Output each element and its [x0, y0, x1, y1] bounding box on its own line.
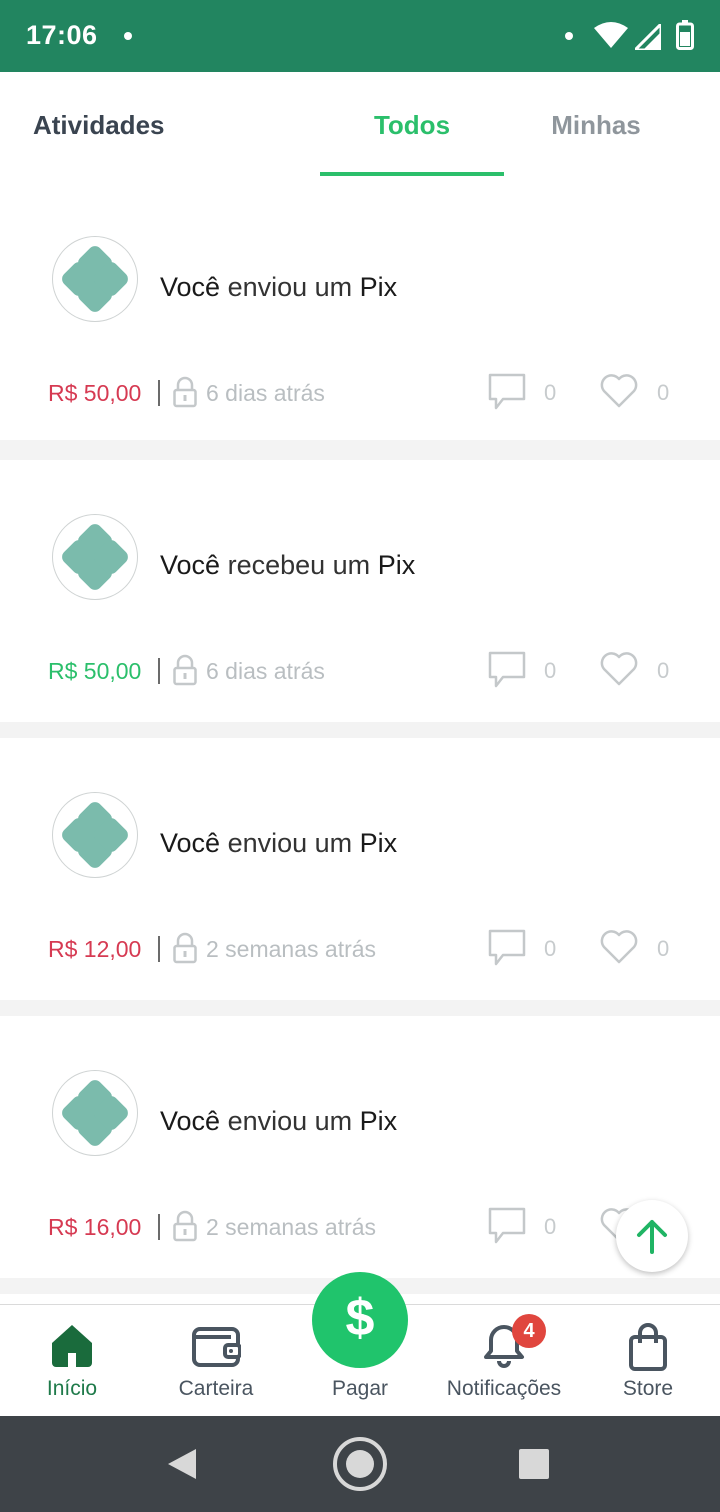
shopping-bag-icon	[628, 1323, 668, 1376]
page-title: Atividades	[33, 110, 165, 140]
wallet-icon	[191, 1323, 242, 1372]
activity-card[interactable]: Você recebeu um Pix R$ 50,00 6 dias atrá…	[0, 460, 720, 722]
comment-count: 0	[544, 1214, 557, 1239]
notification-dot-icon	[124, 32, 132, 40]
time-ago: 2 semanas atrás	[206, 1214, 377, 1240]
activity-card[interactable]: Você enviou um Pix R$ 12,00 2 semanas at…	[0, 738, 720, 1000]
divider	[158, 658, 160, 684]
activity-object: Pix	[359, 272, 398, 302]
activity-object: Pix	[377, 550, 416, 580]
heart-icon[interactable]	[600, 652, 638, 691]
divider	[158, 380, 160, 406]
lock-icon	[173, 376, 197, 413]
pix-logo-avatar	[52, 792, 138, 878]
time-ago: 6 dias atrás	[206, 380, 325, 406]
comment-icon[interactable]	[487, 928, 527, 973]
activity-subject: Você	[160, 272, 221, 302]
nav-carteira[interactable]: Carteira	[144, 1305, 288, 1417]
amount-sent: R$ 50,00	[48, 380, 142, 406]
comment-count: 0	[544, 380, 557, 405]
active-tab-indicator	[320, 172, 504, 176]
activity-title: Você recebeu um Pix	[160, 550, 415, 581]
activity-action: enviou um	[227, 828, 353, 858]
comment-count: 0	[544, 658, 557, 683]
signal-icon	[631, 20, 663, 55]
battery-icon	[676, 20, 694, 55]
like-count: 0	[657, 658, 670, 683]
comment-icon[interactable]	[487, 372, 527, 417]
nav-label: Início	[46, 1377, 98, 1400]
notification-badge: 4	[512, 1314, 546, 1348]
comment-count: 0	[544, 936, 557, 961]
comment-icon[interactable]	[487, 650, 527, 695]
wifi-icon	[594, 22, 628, 53]
tab-minhas[interactable]: Minhas	[504, 110, 688, 141]
pix-logo-avatar	[52, 514, 138, 600]
amount-sent: R$ 16,00	[48, 1214, 142, 1240]
amount-sent: R$ 12,00	[48, 936, 142, 962]
activity-card[interactable]: Você enviou um Pix R$ 50,00 6 dias atrás…	[0, 178, 720, 440]
recents-icon[interactable]	[519, 1449, 549, 1479]
nav-label: Pagar	[331, 1377, 389, 1400]
activity-subject: Você	[160, 1106, 221, 1136]
activity-header: Atividades Todos Minhas	[0, 72, 720, 178]
activity-object: Pix	[359, 1106, 398, 1136]
lock-icon	[173, 1210, 197, 1247]
activity-object: Pix	[359, 828, 398, 858]
activity-feed[interactable]: Você enviou um Pix R$ 50,00 6 dias atrás…	[0, 178, 720, 1304]
nav-label: Store	[622, 1377, 674, 1400]
lock-icon	[173, 932, 197, 969]
status-bar: 17:06	[0, 0, 720, 72]
comment-icon[interactable]	[487, 1206, 527, 1251]
home-icon	[50, 1323, 94, 1374]
pix-logo-icon	[62, 1080, 128, 1146]
pix-logo-icon	[62, 802, 128, 868]
activity-subject: Você	[160, 550, 221, 580]
lock-icon	[173, 654, 197, 691]
divider	[158, 936, 160, 962]
time-ago: 2 semanas atrás	[206, 936, 377, 962]
dollar-icon: $	[345, 1289, 375, 1347]
amount-received: R$ 50,00	[48, 658, 142, 684]
activity-title: Você enviou um Pix	[160, 828, 397, 859]
nav-label: Notificações	[446, 1377, 562, 1400]
pix-logo-avatar	[52, 236, 138, 322]
pay-button[interactable]: $	[312, 1272, 408, 1368]
heart-icon[interactable]	[600, 930, 638, 969]
tab-todos[interactable]: Todos	[320, 110, 504, 141]
pix-logo-icon	[62, 524, 128, 590]
nav-store[interactable]: Store	[576, 1305, 720, 1417]
pix-logo-icon	[62, 246, 128, 312]
time-ago: 6 dias atrás	[206, 658, 325, 684]
back-icon[interactable]	[166, 1447, 198, 1481]
activity-action: enviou um	[227, 1106, 353, 1136]
nav-notificacoes[interactable]: Notificações	[432, 1305, 576, 1417]
dot-icon	[565, 32, 573, 40]
activity-subject: Você	[160, 828, 221, 858]
activity-card[interactable]: Você enviou um Pix R$ 16,00 2 semanas at…	[0, 1016, 720, 1278]
activity-title: Você enviou um Pix	[160, 1106, 397, 1137]
system-navigation-bar	[0, 1416, 720, 1512]
scroll-to-top-button[interactable]	[616, 1200, 688, 1272]
like-count: 0	[657, 936, 670, 961]
pix-logo-avatar	[52, 1070, 138, 1156]
heart-icon[interactable]	[600, 374, 638, 413]
divider	[158, 1214, 160, 1240]
activity-title: Você enviou um Pix	[160, 272, 397, 303]
home-circle-icon[interactable]	[332, 1436, 388, 1492]
nav-inicio[interactable]: Início	[0, 1305, 144, 1417]
activity-action: enviou um	[227, 272, 353, 302]
nav-label: Carteira	[178, 1377, 254, 1400]
activity-action: recebeu um	[227, 550, 371, 580]
status-time: 17:06	[26, 20, 98, 50]
arrow-up-icon	[637, 1220, 667, 1254]
like-count: 0	[657, 380, 670, 405]
